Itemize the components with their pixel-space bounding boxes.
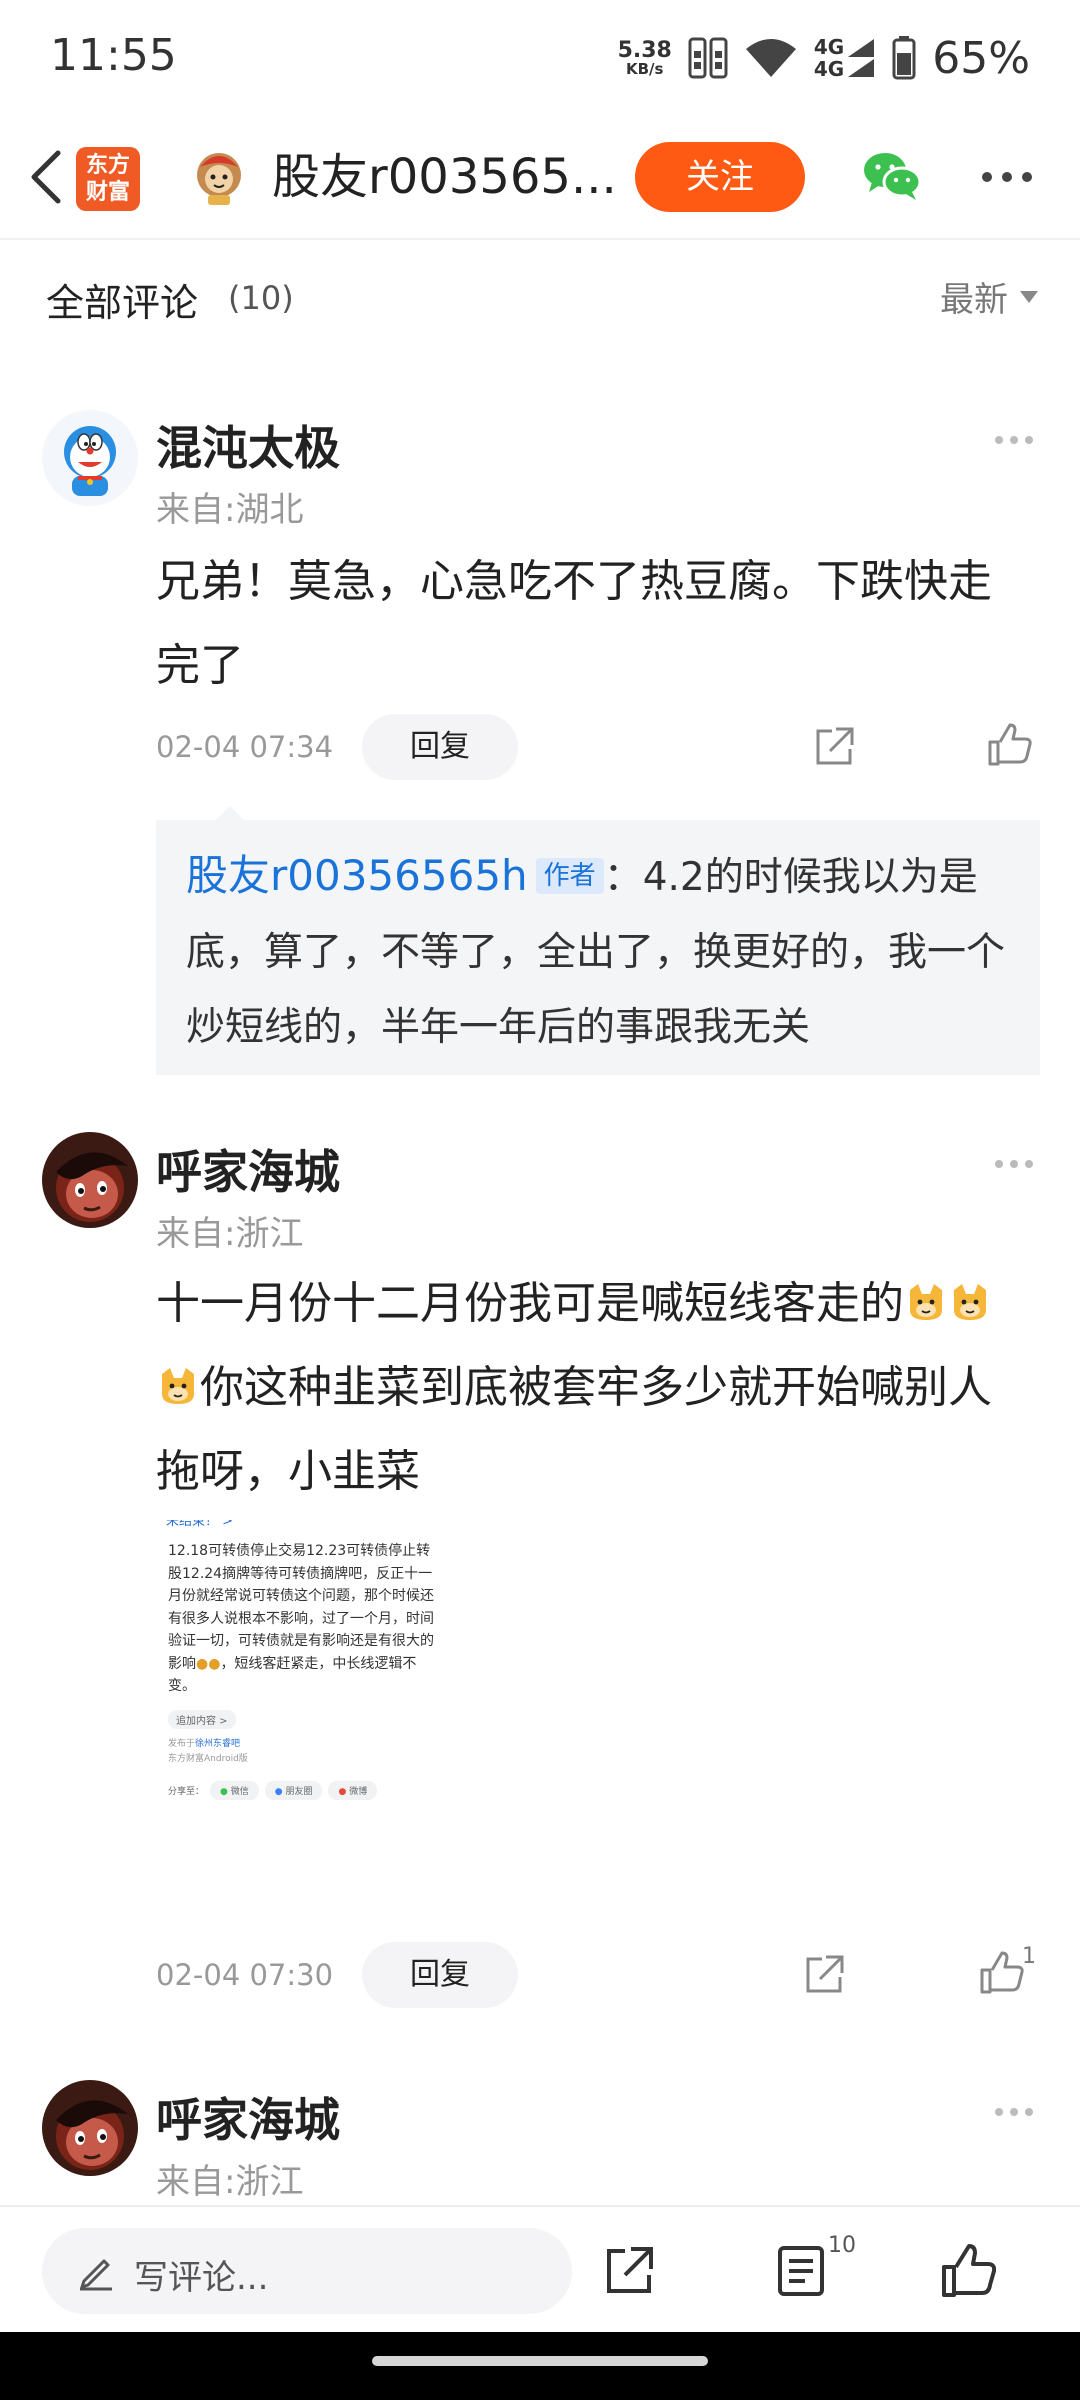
image-meta: 发布于徐州东睿吧 东方财富Android版 — [156, 1729, 446, 1767]
share-icon[interactable] — [802, 1953, 846, 1997]
image-share-weibo: ● 微博 — [328, 1780, 378, 1800]
comment-time: 02-04 07:34 — [156, 730, 334, 764]
comment-location: 来自:浙江 — [156, 1214, 304, 1254]
app-logo[interactable]: 东方 财富 — [76, 147, 140, 211]
image-share-row: 分享至： ● 微信 ● 朋友圈 ● 微博 — [156, 1767, 446, 1800]
gesture-bar — [0, 2332, 1080, 2400]
image-meta-prefix: 发布于 — [168, 1738, 196, 1749]
image-emoji: ●● — [196, 1655, 221, 1672]
dual-sim-icon — [688, 37, 728, 79]
comment-image[interactable]: 未结束！ > 12.18可转债停止交易12.23可转债停止转股12.24摘牌等待… — [156, 1520, 446, 1920]
signal-icon — [848, 39, 875, 77]
write-comment-input[interactable]: 写评论... — [42, 2228, 572, 2314]
reply-author-name[interactable]: 股友r00356565h — [186, 851, 528, 900]
net-speed: 5.38 KB/s — [617, 37, 672, 78]
thumbs-up-icon[interactable] — [978, 1950, 1024, 1996]
cat-face-emoji-icon — [162, 1368, 194, 1404]
cellular-signal: 4G 4G — [814, 36, 876, 80]
dropdown-caret-icon — [1020, 290, 1038, 303]
wifi-icon — [745, 39, 796, 77]
reply-content: 股友r00356565h 作者 ：4.2的时候我以为是底，算了，不等了，全出了，换更… — [186, 838, 1016, 1065]
net-speed-unit: KB/s — [625, 59, 664, 78]
comment-placeholder: 写评论... — [134, 2258, 269, 2298]
image-share-moments: ● 朋友圈 — [264, 1780, 323, 1800]
wechat-icon[interactable] — [862, 150, 922, 202]
sort-label: 最新 — [940, 280, 1008, 320]
comment-author-name[interactable]: 混沌太极 — [156, 412, 340, 478]
comment-author-name[interactable]: 呼家海城 — [156, 2084, 340, 2150]
cat-face-emoji-icon — [910, 1284, 942, 1320]
image-body-main: 12.18可转债停止交易12.23可转债停止转股12.24摘牌等待可转债摘牌吧，… — [168, 1543, 434, 1672]
comment-more-icon[interactable] — [993, 1158, 1035, 1170]
image-append-chip: 追加内容 > — [168, 1709, 236, 1729]
comment-more-icon[interactable] — [993, 434, 1035, 446]
status-icons: 5.38 KB/s 4G 4G 65% — [618, 30, 1030, 86]
comments-count: (10) — [228, 279, 294, 317]
avatar[interactable] — [42, 1132, 138, 1228]
comment-text: 兄弟！莫急，心急吃不了热豆腐。下跌快走完了 — [156, 556, 992, 691]
status-time: 11:55 — [50, 30, 177, 81]
top-nav-bar: 东方 财富 股友r003565... 关注 — [0, 115, 1080, 240]
net-speed-value: 5.38 — [617, 37, 672, 63]
like-count: 1 — [1022, 1944, 1036, 1969]
avatar[interactable] — [42, 2080, 138, 2176]
sort-dropdown[interactable]: 最新 — [940, 272, 1038, 321]
reply-button[interactable]: 回复 — [362, 1942, 518, 2008]
back-arrow-icon[interactable] — [22, 147, 72, 207]
cartoon-face-avatar-icon — [42, 1132, 138, 1228]
comment-author-name[interactable]: 呼家海城 — [156, 1136, 340, 1202]
reply-pointer — [216, 806, 244, 820]
author-reply[interactable]: 股友r00356565h 作者 ：4.2的时候我以为是底，算了，不等了，全出了，换更… — [156, 820, 1040, 1075]
page-title: 股友r003565... — [272, 149, 617, 205]
thumbs-up-icon[interactable] — [940, 2243, 996, 2299]
image-body-text: 12.18可转债停止交易12.23可转债停止转股12.24摘牌等待可转债摘牌吧，… — [156, 1532, 446, 1698]
reply-button[interactable]: 回复 — [362, 714, 518, 780]
comment-location: 来自:湖北 — [156, 490, 304, 530]
comments-title: 全部评论 — [46, 281, 199, 325]
net-type-1: 4G — [813, 35, 845, 59]
author-badge: 作者 — [535, 858, 604, 894]
bottom-action-bar: 写评论... 10 — [0, 2205, 1080, 2332]
battery-percent: 65% — [932, 32, 1030, 84]
status-bar: 11:55 5.38 KB/s 4G 4G 65% — [0, 0, 1080, 115]
comment-text-part1: 十一月份十二月份我可是喊短线客走的 — [156, 1278, 904, 1329]
doraemon-avatar-icon — [42, 410, 138, 506]
more-options-icon[interactable] — [980, 170, 1034, 184]
comment-list-icon[interactable] — [777, 2245, 825, 2297]
avatar[interactable] — [42, 410, 138, 506]
author-avatar-icon[interactable] — [188, 145, 250, 207]
home-indicator[interactable] — [372, 2356, 708, 2366]
comment-time: 02-04 07:30 — [156, 1958, 334, 1992]
comment-text-part2: 你这种韭菜到底被套牢多少就开始喊别人拖呀，小韭菜 — [156, 1362, 992, 1497]
follow-button[interactable]: 关注 — [635, 142, 805, 212]
cat-face-emoji-icon — [954, 1284, 986, 1320]
share-icon[interactable] — [603, 2245, 655, 2297]
app-logo-line2: 财富 — [85, 180, 130, 205]
app-logo-line1: 东方 — [85, 153, 130, 178]
image-meta-line2: 东方财富Android版 — [168, 1753, 248, 1764]
image-meta-link: 徐州东睿吧 — [195, 1738, 241, 1749]
image-share-label: 分享至： — [168, 1786, 205, 1797]
thumbs-up-icon[interactable] — [986, 722, 1032, 768]
image-share-wechat: ● 微信 — [210, 1780, 259, 1800]
comments-header: 全部评论 (10) 最新 — [0, 242, 1080, 352]
comment-text: 十一月份十二月份我可是喊短线客走的你这种韭菜到底被套牢多少就开始喊别人拖呀，小韭… — [156, 1262, 1026, 1514]
comment-more-icon[interactable] — [993, 2106, 1035, 2118]
comment-count-badge: 10 — [828, 2233, 856, 2258]
cartoon-face-avatar-icon — [42, 2080, 138, 2176]
pen-icon — [80, 2259, 112, 2291]
battery-icon — [892, 36, 916, 80]
image-header-text: 未结束！ > — [166, 1520, 234, 1529]
net-type-2: 4G — [813, 57, 845, 81]
comment-location: 来自:浙江 — [156, 2162, 304, 2202]
share-icon[interactable] — [812, 725, 856, 769]
